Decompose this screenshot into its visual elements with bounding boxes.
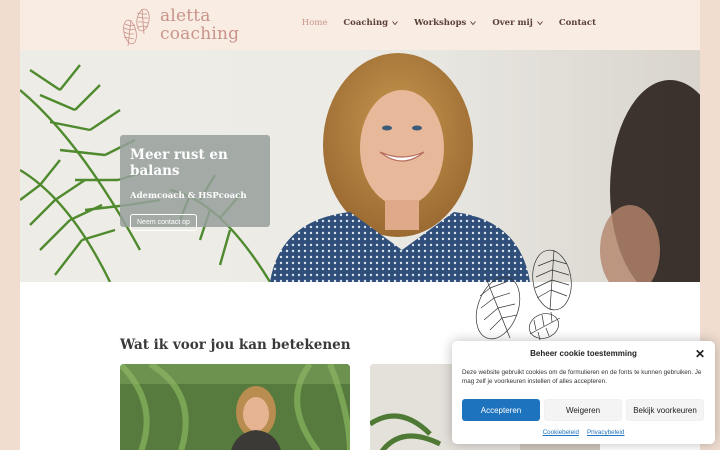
woman-face xyxy=(360,90,444,206)
tile-photo-woman xyxy=(120,364,350,450)
leaf-logo-icon xyxy=(123,8,150,47)
chevron-down-icon xyxy=(536,21,543,26)
section-title: Wat ik voor jou kan betekenen xyxy=(120,337,351,353)
preferences-button[interactable]: Bekijk voorkeuren xyxy=(626,399,704,421)
cookie-text: Deze website gebruikt cookies om de form… xyxy=(462,369,702,385)
nav-over-mij-label: Over mij xyxy=(492,18,533,28)
hero-banner: Meer rust en balans Ademcoach & HSPcoach… xyxy=(20,50,700,282)
nav-coaching-label: Coaching xyxy=(343,18,389,28)
main-nav: Home Coaching Workshops Over mij Contact xyxy=(302,18,596,28)
nav-contact-label: Contact xyxy=(558,18,596,28)
logo[interactable]: aletta coaching xyxy=(118,4,248,48)
logo-text: aletta coaching xyxy=(160,7,239,43)
cookie-consent-dialog: Beheer cookie toestemming ✕ Deze website… xyxy=(452,341,715,444)
hero-title: Meer rust en balans xyxy=(130,147,228,179)
nav-workshops-label: Workshops xyxy=(414,18,467,28)
hero-subtitle: Ademcoach & HSPcoach xyxy=(130,191,247,201)
cookie-links: Cookiebeleid Privacybeleid xyxy=(452,429,715,436)
privacy-policy-link[interactable]: Privacybeleid xyxy=(587,429,624,436)
nav-contact[interactable]: Contact xyxy=(559,18,596,28)
nav-workshops[interactable]: Workshops xyxy=(414,18,477,28)
leaves-decoration-icon xyxy=(475,249,572,341)
accept-button[interactable]: Accepteren xyxy=(462,399,540,421)
hero-card: Meer rust en balans Ademcoach & HSPcoach… xyxy=(120,135,270,231)
logo-line-2: coaching xyxy=(160,24,240,44)
chevron-down-icon xyxy=(470,21,477,26)
contact-button[interactable]: Neem contact op xyxy=(130,214,197,231)
cookie-buttons: Accepteren Weigeren Bekijk voorkeuren xyxy=(462,399,704,421)
chevron-down-icon xyxy=(392,21,398,26)
site-header: aletta coaching Home Coaching Workshops … xyxy=(20,0,700,50)
logo-line-1: aletta xyxy=(160,6,211,26)
cookie-policy-link[interactable]: Cookiebeleid xyxy=(543,429,579,436)
nav-coaching[interactable]: Coaching xyxy=(343,18,398,28)
nav-home[interactable]: Home xyxy=(302,18,328,28)
nav-home-label: Home xyxy=(301,18,328,28)
coaching-tile-image[interactable] xyxy=(120,364,350,450)
deny-button[interactable]: Weigeren xyxy=(544,399,622,421)
nav-over-mij[interactable]: Over mij xyxy=(492,18,543,28)
cookie-title: Beheer cookie toestemming xyxy=(530,349,637,358)
close-icon[interactable]: ✕ xyxy=(695,347,705,361)
